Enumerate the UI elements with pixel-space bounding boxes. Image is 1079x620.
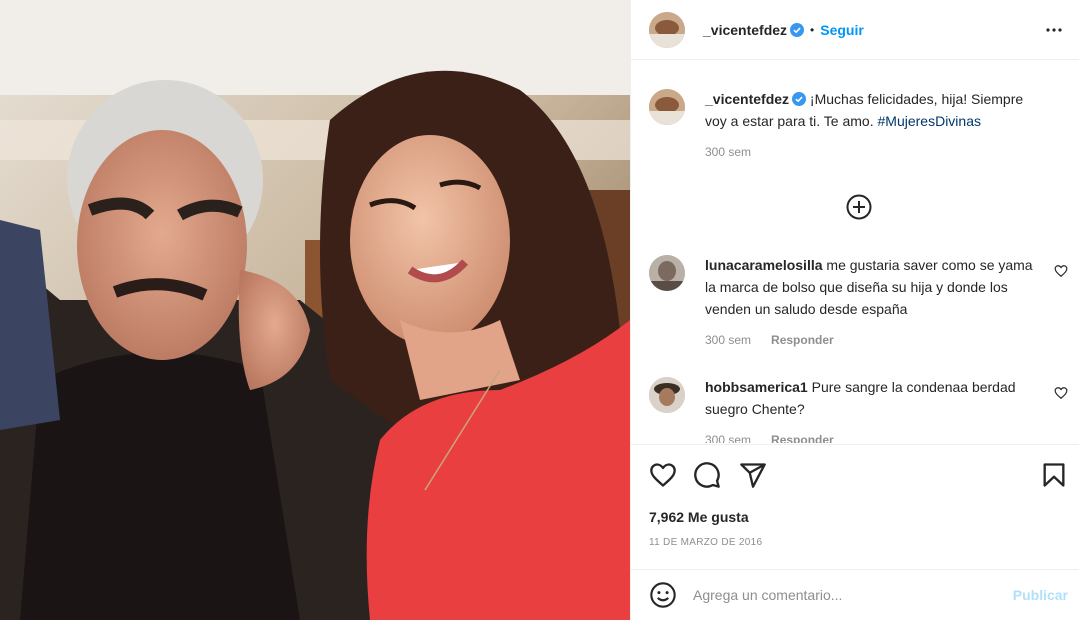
reply-button[interactable]: Responder [771,332,834,348]
comment-meta: 300 sem Responder [705,332,1035,348]
author-username[interactable]: _vicentefdez [703,22,787,38]
post-header: _vicentefdez • Seguir [631,0,1079,60]
verified-badge-icon [790,22,805,37]
reply-button[interactable]: Responder [771,432,834,443]
follow-button[interactable]: Seguir [820,22,864,38]
comment-item: lunacaramelosilla me gustaria saver como… [649,255,1069,348]
comment-input[interactable] [693,587,993,603]
comment-composer: Publicar [631,569,1079,620]
caption-text-block: _vicentefdez ¡Muchas felicidades, hija! … [705,88,1045,132]
comments-section[interactable]: _vicentefdez ¡Muchas felicidades, hija! … [631,61,1079,443]
comment-text-block: lunacaramelosilla me gustaria saver como… [705,254,1035,320]
more-options-icon[interactable] [1042,18,1066,42]
emoji-icon[interactable] [649,581,677,609]
comment-meta: 300 sem Responder [705,432,1035,443]
comment-text-block: hobbsamerica1 Pure sangre la condenaa be… [705,376,1035,420]
commenter-avatar[interactable] [649,377,685,413]
caption-avatar[interactable] [649,89,685,125]
caption-username[interactable]: _vicentefdez [705,91,789,107]
post-date[interactable]: 11 DE MARZO DE 2016 [649,537,762,548]
publish-button[interactable]: Publicar [1013,587,1068,603]
separator-dot: • [810,22,815,37]
heart-icon[interactable] [649,461,677,489]
add-circle-icon[interactable] [845,193,873,221]
share-icon[interactable] [739,461,767,489]
comment-time[interactable]: 300 sem [705,332,751,348]
post-image [0,0,630,620]
verified-badge-icon [792,92,807,106]
bookmark-icon[interactable] [1040,461,1068,489]
comment-time[interactable]: 300 sem [705,432,751,443]
caption-time[interactable]: 300 sem [705,144,751,160]
comment-item: hobbsamerica1 Pure sangre la condenaa be… [649,377,1069,443]
comment-like-heart-icon[interactable] [1054,264,1068,278]
comment-username[interactable]: hobbsamerica1 [705,379,808,395]
caption-meta: 300 sem [705,144,1045,160]
comment-like-heart-icon[interactable] [1054,386,1068,400]
caption-hashtag[interactable]: #MujeresDivinas [878,113,981,129]
comment-username[interactable]: lunacaramelosilla [705,257,823,273]
post-panel: _vicentefdez • Seguir _vicentefdez ¡Much… [630,0,1079,620]
commenter-avatar[interactable] [649,255,685,291]
comment-icon[interactable] [693,461,721,489]
caption: _vicentefdez ¡Muchas felicidades, hija! … [649,89,1069,160]
post-actions: 7,962 Me gusta 11 DE MARZO DE 2016 [631,444,1079,569]
likes-count[interactable]: 7,962 Me gusta [649,509,749,525]
post-photo[interactable] [0,0,630,620]
author-avatar[interactable] [649,11,685,48]
